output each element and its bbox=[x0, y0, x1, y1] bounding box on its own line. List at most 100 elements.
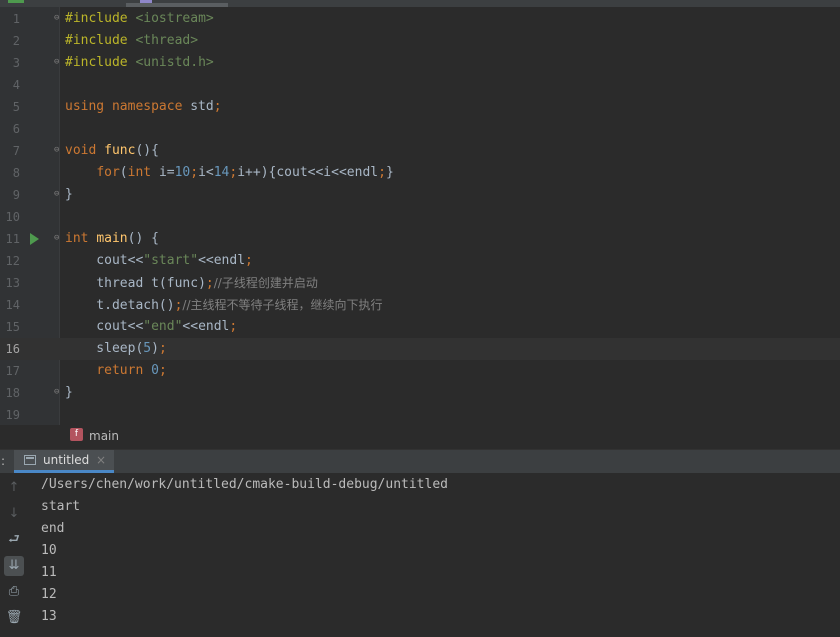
line-number: 15 bbox=[5, 320, 20, 334]
code-token: using namespace bbox=[65, 99, 191, 114]
breadcrumb-item-main[interactable]: main bbox=[89, 425, 119, 447]
code-token: <<endl bbox=[198, 253, 246, 268]
code-token: ) bbox=[151, 341, 159, 356]
code-line[interactable]: 6 bbox=[0, 118, 840, 140]
console-output-line: 10 bbox=[41, 543, 57, 558]
code-line[interactable]: 12 cout<<"start"<<endl; bbox=[0, 250, 840, 272]
close-icon[interactable]: × bbox=[96, 450, 106, 471]
code-line[interactable]: 2 #include <thread> bbox=[0, 30, 840, 52]
fold-icon[interactable]: ⊖ bbox=[54, 14, 62, 23]
code-token: cout<< bbox=[65, 253, 144, 268]
file-icon bbox=[140, 0, 152, 3]
code-token: cout<< bbox=[65, 319, 144, 334]
code-text: t.detach();//主线程不等待子线程，继续向下执行 bbox=[65, 294, 383, 317]
code-line[interactable]: 1 ⊖ #include <iostream> bbox=[0, 8, 840, 30]
code-token: 10 bbox=[174, 165, 191, 180]
run-tab-untitled[interactable]: untitled × bbox=[14, 450, 114, 473]
line-number: 16 bbox=[5, 342, 20, 356]
code-token: ; bbox=[213, 99, 222, 114]
fold-icon[interactable]: ⊖ bbox=[54, 388, 62, 397]
print-icon[interactable]: ⎙ bbox=[4, 582, 24, 602]
console-output-line: /Users/chen/work/untitled/cmake-build-de… bbox=[41, 477, 448, 492]
line-number: 13 bbox=[5, 276, 20, 290]
code-token: ; bbox=[245, 253, 253, 268]
console-output-line: 12 bbox=[41, 587, 57, 602]
code-token: #include bbox=[65, 11, 136, 26]
code-line[interactable]: 3 ⊖ #include <unistd.h> bbox=[0, 52, 840, 74]
line-number: 9 bbox=[12, 188, 20, 202]
code-line[interactable]: 19 bbox=[0, 404, 840, 425]
code-editor[interactable]: 1 ⊖ #include <iostream> 2 #include <thread> 3… bbox=[0, 7, 840, 425]
code-token: ; bbox=[158, 363, 167, 378]
fold-icon[interactable]: ⊖ bbox=[54, 146, 62, 155]
code-token: <unistd.h> bbox=[135, 55, 214, 70]
breadcrumb: f main bbox=[0, 425, 840, 447]
console-toolbar: ↑ ↓ ⮐ ⇊ ⎙ 🗑 bbox=[0, 473, 28, 637]
code-token: "end" bbox=[143, 319, 183, 334]
function-icon: f bbox=[70, 428, 83, 441]
code-text: using namespace std; bbox=[65, 96, 222, 118]
fold-icon[interactable]: ⊖ bbox=[54, 234, 62, 243]
line-number: 10 bbox=[5, 210, 20, 224]
code-line[interactable]: 18 ⊖} bbox=[0, 382, 840, 404]
code-line[interactable]: 15 cout<<"end"<<endl; bbox=[0, 316, 840, 338]
code-line[interactable]: 16 sleep(5); bbox=[0, 338, 840, 360]
line-number: 6 bbox=[12, 122, 20, 136]
code-token: //子线程创建并启动 bbox=[213, 276, 318, 290]
code-token: sleep( bbox=[65, 341, 144, 356]
arrow-down-icon[interactable]: ↓ bbox=[4, 504, 24, 524]
code-text: } bbox=[65, 382, 73, 404]
soft-wrap-icon[interactable]: ⮐ bbox=[4, 530, 24, 550]
code-token: 0 bbox=[151, 363, 159, 378]
code-text: cout<<"start"<<endl; bbox=[65, 250, 253, 272]
code-line[interactable]: 10 bbox=[0, 206, 840, 228]
code-line[interactable]: 17 return 0; bbox=[0, 360, 840, 382]
line-number: 19 bbox=[5, 408, 20, 422]
trash-icon[interactable]: 🗑 bbox=[4, 608, 24, 628]
code-line[interactable]: 11 ⊖ int main() { bbox=[0, 228, 840, 250]
code-line[interactable]: 9 ⊖} bbox=[0, 184, 840, 206]
code-token: i++){cout<<i<<endl bbox=[237, 165, 379, 180]
run-prefix: : bbox=[1, 454, 6, 468]
run-console[interactable]: ↑ ↓ ⮐ ⇊ ⎙ 🗑 /Users/chen/work/untitled/cm… bbox=[0, 473, 840, 637]
code-token: <thread> bbox=[135, 33, 199, 48]
code-token: //主线程不等待子线程，继续向下执行 bbox=[182, 298, 383, 312]
arrow-up-icon[interactable]: ↑ bbox=[4, 478, 24, 498]
line-number: 12 bbox=[5, 254, 20, 268]
code-token: for bbox=[96, 165, 120, 180]
code-text: #include <iostream> bbox=[65, 8, 214, 30]
code-token: int bbox=[127, 165, 159, 180]
code-text: #include <unistd.h> bbox=[65, 52, 214, 74]
code-line[interactable]: 5 using namespace std; bbox=[0, 96, 840, 118]
line-number: 18 bbox=[5, 386, 20, 400]
code-token: #include bbox=[65, 33, 136, 48]
editor-tab-indicator[interactable] bbox=[8, 0, 24, 3]
line-number: 8 bbox=[12, 166, 20, 180]
line-number: 3 bbox=[12, 56, 20, 70]
code-line[interactable]: 13 thread t(func);//子线程创建并启动 bbox=[0, 272, 840, 294]
code-token: ; bbox=[378, 165, 386, 180]
code-token: t.detach() bbox=[65, 298, 175, 313]
code-line[interactable]: 14 t.detach();//主线程不等待子线程，继续向下执行 bbox=[0, 294, 840, 316]
code-line[interactable]: 8 for(int i=10;i<14;i++){cout<<i<<endl;} bbox=[0, 162, 840, 184]
code-token: func bbox=[104, 143, 136, 158]
line-number: 11 bbox=[5, 232, 20, 246]
code-token: ( bbox=[119, 165, 128, 180]
code-token: 14 bbox=[213, 165, 230, 180]
line-number: 17 bbox=[5, 364, 20, 378]
fold-icon[interactable]: ⊖ bbox=[54, 190, 62, 199]
code-token: (){ bbox=[135, 143, 159, 158]
run-gutter-icon[interactable] bbox=[30, 233, 39, 245]
code-token: <<endl bbox=[182, 319, 230, 334]
console-output-line: end bbox=[41, 521, 65, 536]
scroll-to-end-icon[interactable]: ⇊ bbox=[4, 556, 24, 576]
fold-icon[interactable]: ⊖ bbox=[54, 58, 62, 67]
code-text: int main() { bbox=[65, 228, 159, 250]
code-line[interactable]: 4 bbox=[0, 74, 840, 96]
code-token: t(func) bbox=[151, 276, 206, 291]
code-text: void func(){ bbox=[65, 140, 159, 162]
code-line[interactable]: 7 ⊖ void func(){ bbox=[0, 140, 840, 162]
code-token: ; bbox=[205, 276, 214, 291]
code-token: <iostream> bbox=[135, 11, 214, 26]
